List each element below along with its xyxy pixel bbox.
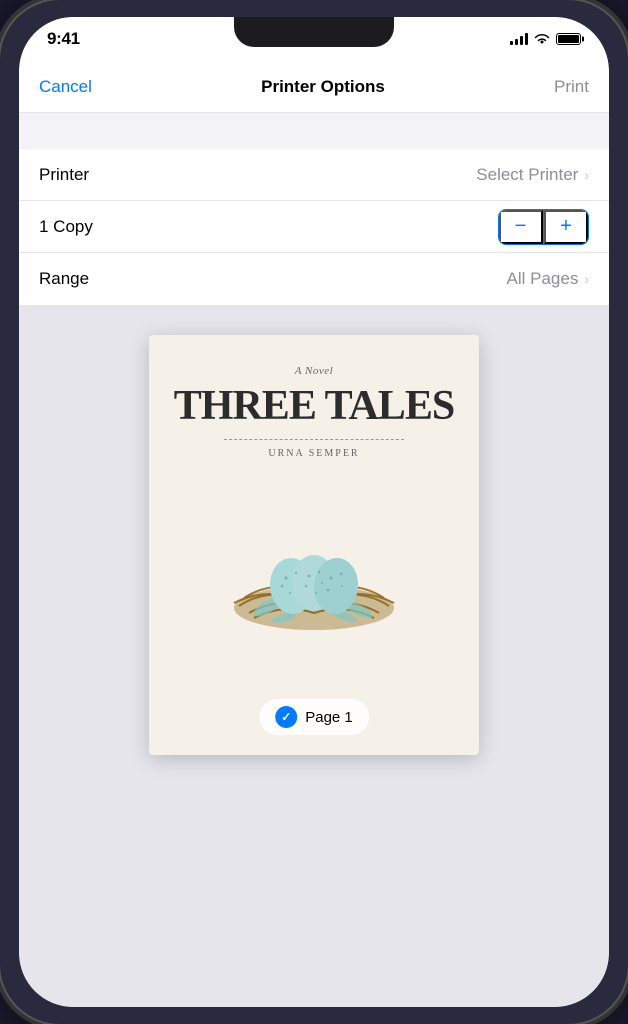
copies-row: 1 Copy − +	[19, 201, 609, 253]
screen: 9:41 Cancel P	[19, 17, 609, 1007]
phone-frame: 9:41 Cancel P	[0, 0, 628, 1024]
range-row[interactable]: Range All Pages ›	[19, 253, 609, 305]
printer-label: Printer	[39, 165, 89, 185]
page-check-icon: ✓	[275, 706, 297, 728]
battery-icon	[556, 33, 581, 45]
minus-button[interactable]: −	[499, 210, 543, 244]
book-title: THREE TALES	[174, 385, 454, 427]
print-button: Print	[554, 77, 589, 97]
book-subtitle: A Novel	[295, 365, 333, 377]
range-chevron-icon: ›	[584, 271, 589, 287]
phone-border: 9:41 Cancel P	[19, 17, 609, 1007]
copies-label: 1 Copy	[39, 217, 93, 237]
status-icons	[510, 33, 581, 45]
printer-chevron-icon: ›	[584, 167, 589, 183]
nav-bar: Cancel Printer Options Print	[19, 61, 609, 113]
printer-value-group: Select Printer ›	[476, 165, 589, 185]
printer-row[interactable]: Printer Select Printer ›	[19, 149, 609, 201]
options-list: Printer Select Printer › 1 Copy − +	[19, 149, 609, 305]
book-author: URNA SEMPER	[268, 448, 359, 459]
section-gap	[19, 113, 609, 149]
cancel-button[interactable]: Cancel	[39, 77, 92, 97]
range-label: Range	[39, 269, 89, 289]
nest-illustration	[214, 478, 414, 638]
options-section: Printer Select Printer › 1 Copy − +	[19, 149, 609, 305]
preview-area: A Novel THREE TALES URNA SEMPER	[19, 305, 609, 1007]
signal-bars-icon	[510, 33, 528, 45]
page-text: Page 1	[305, 709, 353, 726]
book-preview: A Novel THREE TALES URNA SEMPER	[149, 335, 479, 755]
copy-stepper: − +	[498, 209, 590, 245]
notch	[234, 17, 394, 47]
wifi-icon	[534, 33, 550, 45]
page-badge: ✓ Page 1	[259, 699, 369, 735]
range-value-text: All Pages	[507, 269, 579, 289]
plus-button[interactable]: +	[544, 210, 588, 244]
range-value-group: All Pages ›	[507, 269, 590, 289]
status-time: 9:41	[47, 29, 80, 49]
printer-value-text: Select Printer	[476, 165, 578, 185]
nav-title: Printer Options	[261, 77, 385, 97]
book-divider	[224, 439, 404, 440]
